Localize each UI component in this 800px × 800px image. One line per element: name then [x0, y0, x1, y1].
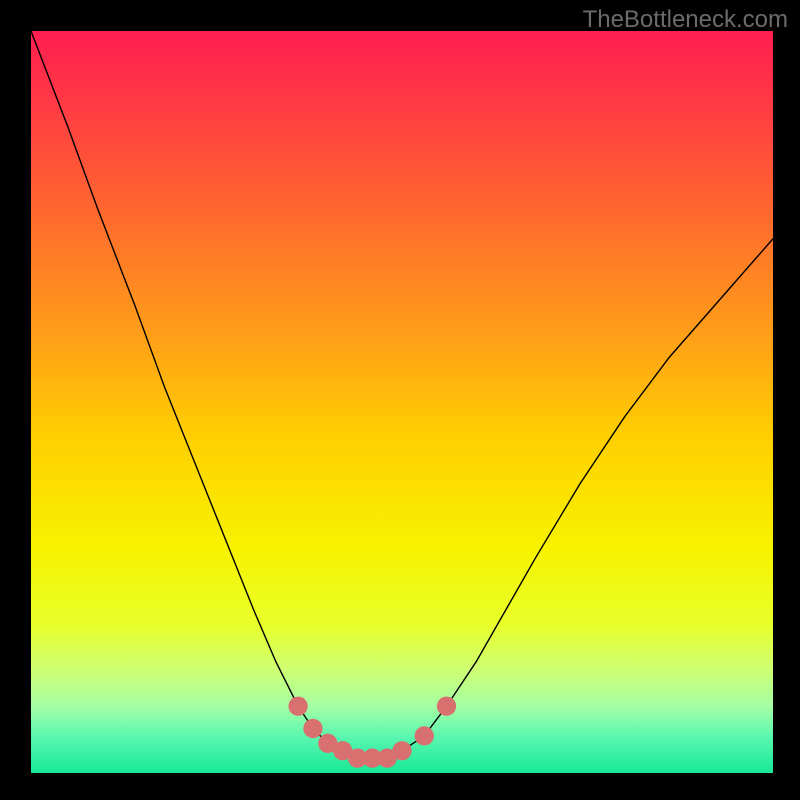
chart-background: [31, 31, 773, 773]
chart-marker: [437, 697, 456, 716]
chart-marker: [288, 697, 307, 716]
bottleneck-chart: [31, 31, 773, 773]
chart-marker: [303, 719, 322, 738]
watermark-label: TheBottleneck.com: [583, 6, 788, 34]
chart-marker: [415, 726, 434, 745]
chart-marker: [392, 741, 411, 760]
